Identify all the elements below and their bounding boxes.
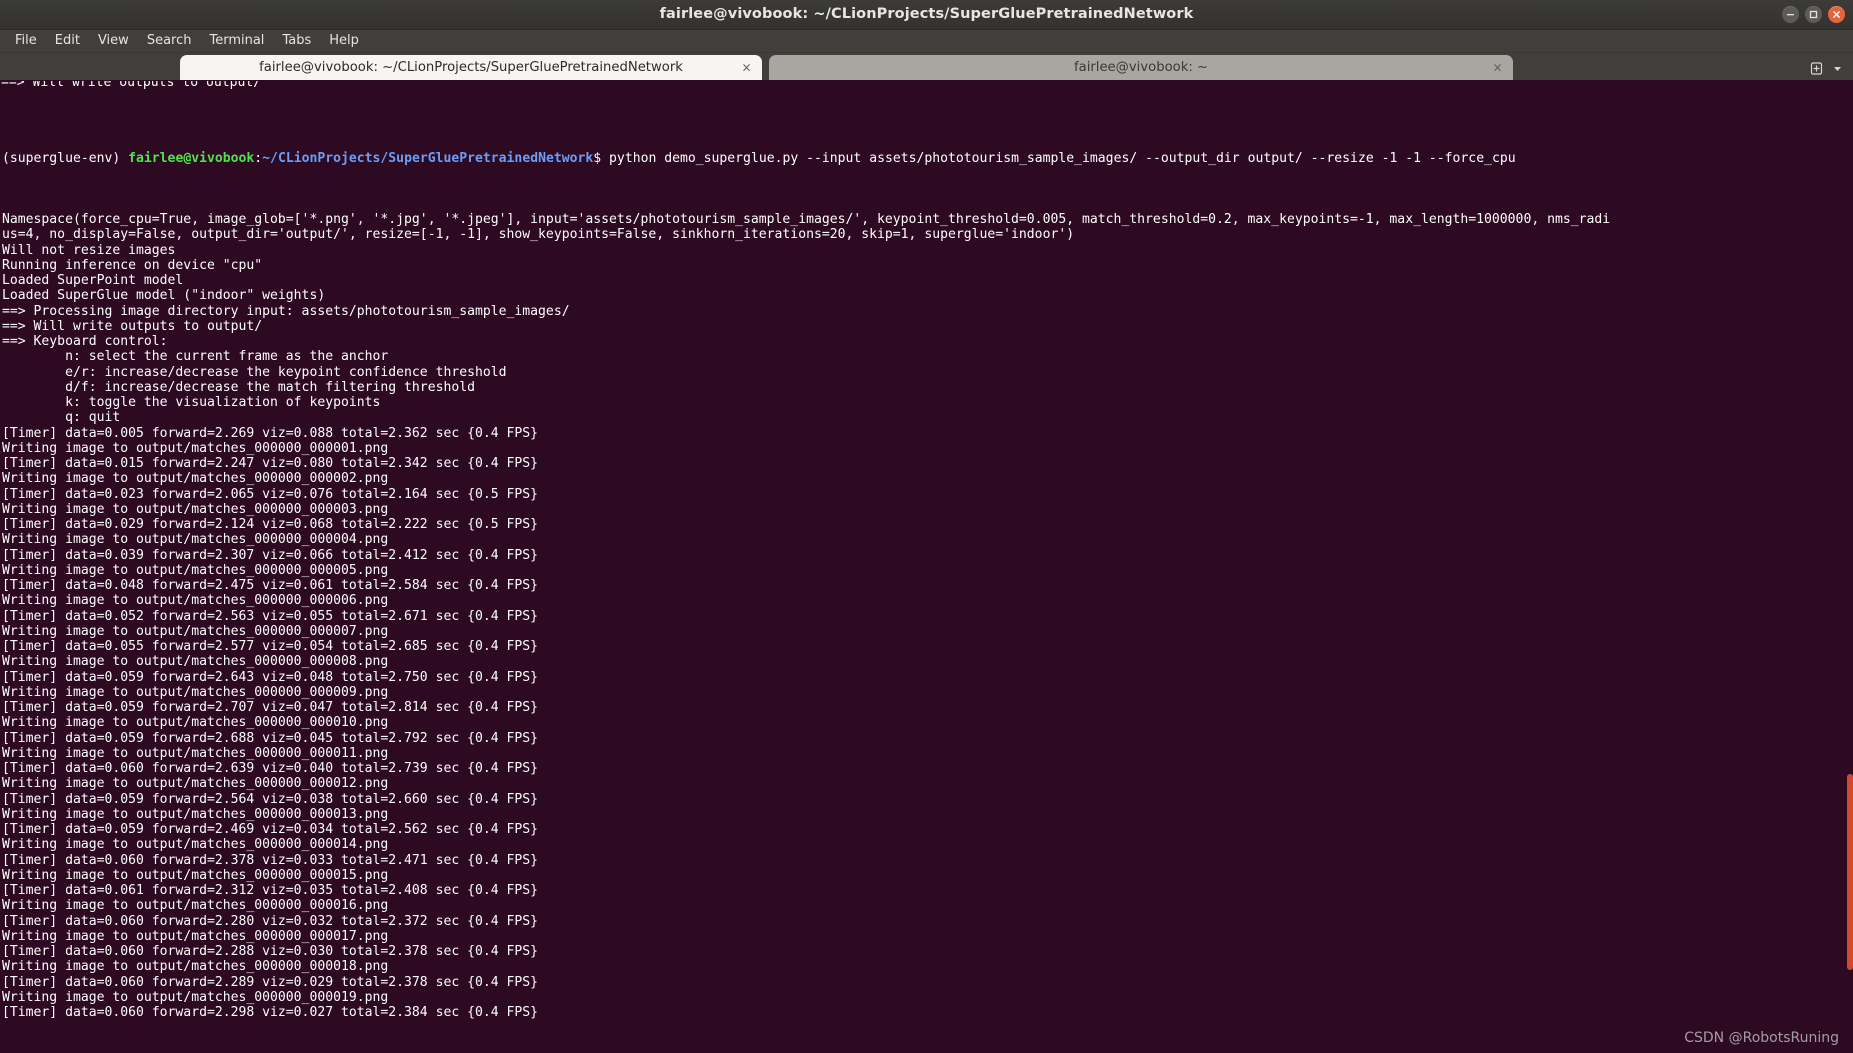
prompt-colon: :	[254, 151, 263, 166]
terminal-line: [Timer] data=0.060 forward=2.280 viz=0.0…	[2, 913, 539, 929]
terminal-line: Loaded SuperGlue model ("indoor" weights…	[2, 288, 326, 304]
terminal-line: k: toggle the visualization of keypoints	[2, 395, 381, 410]
tab-superglue[interactable]: fairlee@vivobook: ~/CLionProjects/SuperG…	[180, 55, 762, 80]
terminal-line: Writing image to output/matches_000000_0…	[2, 623, 389, 639]
terminal-line: Writing image to output/matches_000000_0…	[2, 715, 389, 731]
terminal-line: Writing image to output/matches_000000_0…	[2, 532, 389, 548]
terminal-line: [Timer] data=0.059 forward=2.643 viz=0.0…	[2, 669, 539, 685]
tab-home-close-icon[interactable]: ×	[1490, 60, 1505, 75]
terminal-line: n: select the current frame as the ancho…	[2, 349, 389, 365]
terminal-line: [Timer] data=0.039 forward=2.307 viz=0.0…	[2, 547, 539, 563]
tab-bar-actions	[1799, 61, 1853, 80]
prompt-user-host: fairlee@vivobook	[128, 151, 255, 166]
terminal-line: Writing image to output/matches_000000_0…	[2, 654, 389, 670]
terminal-line: Running inference on device "cpu"	[2, 257, 263, 273]
terminal-line: Writing image to output/matches_000000_0…	[2, 745, 389, 761]
prompt-path: ~/CLionProjects/SuperGluePretrainedNetwo…	[262, 151, 594, 166]
terminal-line: [Timer] data=0.005 forward=2.269 viz=0.0…	[2, 425, 539, 441]
terminal-line: Namespace(force_cpu=True, image_glob=['*…	[2, 212, 1611, 227]
terminal-line: ==> Keyboard control:	[2, 334, 168, 349]
close-button[interactable]	[1828, 6, 1845, 23]
terminal-output-area[interactable]: ==> Will write outputs to output/ (super…	[0, 80, 1853, 1053]
terminal-line: Writing image to output/matches_000000_0…	[2, 593, 389, 609]
close-icon	[1833, 11, 1840, 18]
terminal-line: ==> Will write outputs to output/	[2, 318, 263, 334]
terminal-lines: (superglue-env) fairlee@vivobook:~/CLion…	[1, 90, 1853, 1051]
tab-home-label: fairlee@vivobook: ~	[1073, 60, 1209, 75]
window-controls	[1782, 0, 1845, 29]
terminal-line: [Timer] data=0.061 forward=2.312 viz=0.0…	[2, 883, 539, 898]
terminal-line: Writing image to output/matches_000000_0…	[2, 471, 389, 487]
menu-item-terminal[interactable]: Terminal	[200, 31, 273, 51]
terminal-line: Writing image to output/matches_000000_0…	[2, 989, 389, 1005]
terminal-output-lines: Namespace(force_cpu=True, image_glob=['*…	[2, 212, 1853, 1020]
terminal-line: [Timer] data=0.055 forward=2.577 viz=0.0…	[2, 639, 539, 654]
tab-superglue-close-icon[interactable]: ×	[739, 60, 754, 75]
prompt-sigil: $	[593, 151, 610, 166]
terminal-window: fairlee@vivobook: ~/CLionProjects/SuperG…	[0, 0, 1853, 1053]
tab-superglue-label: fairlee@vivobook: ~/CLionProjects/SuperG…	[259, 60, 683, 75]
minimize-button[interactable]	[1782, 6, 1799, 23]
terminal-command: python demo_superglue.py --input assets/…	[609, 151, 1516, 166]
terminal-line: Writing image to output/matches_000000_0…	[2, 776, 389, 792]
terminal-scrollbar-thumb[interactable]	[1847, 774, 1853, 970]
terminal-line: ==> Processing image directory input: as…	[2, 303, 570, 319]
maximize-button[interactable]	[1805, 6, 1822, 23]
terminal-clipped-line: ==> Will write outputs to output/	[1, 81, 1853, 90]
terminal-clipped-line-text: ==> Will write outputs to output/	[1, 81, 262, 90]
window-title: fairlee@vivobook: ~/CLionProjects/SuperG…	[659, 6, 1194, 22]
minimize-icon	[1787, 14, 1794, 16]
new-tab-icon[interactable]	[1809, 61, 1824, 76]
terminal-line: d/f: increase/decrease the match filteri…	[2, 379, 475, 395]
terminal-line: [Timer] data=0.059 forward=2.564 viz=0.0…	[2, 791, 539, 807]
terminal-line: [Timer] data=0.060 forward=2.639 viz=0.0…	[2, 761, 539, 776]
terminal-line: [Timer] data=0.029 forward=2.124 viz=0.0…	[2, 517, 539, 532]
chevron-down-icon[interactable]	[1832, 63, 1843, 74]
tab-home[interactable]: fairlee@vivobook: ~ ×	[769, 55, 1513, 80]
terminal-line: [Timer] data=0.059 forward=2.688 viz=0.0…	[2, 730, 539, 746]
prompt-venv: (superglue-env)	[2, 151, 129, 166]
maximize-icon	[1809, 10, 1818, 19]
terminal-line: Will not resize images	[2, 242, 176, 258]
terminal-line: Writing image to output/matches_000000_0…	[2, 959, 389, 975]
terminal-line: [Timer] data=0.059 forward=2.469 viz=0.0…	[2, 822, 539, 837]
terminal-line: Loaded SuperPoint model	[2, 273, 184, 288]
terminal-line: Writing image to output/matches_000000_0…	[2, 867, 389, 883]
menu-item-search[interactable]: Search	[138, 31, 201, 51]
terminal-line: Writing image to output/matches_000000_0…	[2, 684, 389, 700]
menu-item-file[interactable]: File	[6, 31, 46, 51]
title-bar: fairlee@vivobook: ~/CLionProjects/SuperG…	[0, 0, 1853, 30]
menu-item-view[interactable]: View	[89, 31, 138, 51]
menu-bar: File Edit View Search Terminal Tabs Help	[0, 30, 1853, 53]
terminal-line: Writing image to output/matches_000000_0…	[2, 562, 389, 578]
terminal-line: Writing image to output/matches_000000_0…	[2, 501, 389, 517]
terminal-prompt-line: (superglue-env) fairlee@vivobook:~/CLion…	[2, 151, 1853, 166]
menu-item-tabs[interactable]: Tabs	[273, 31, 320, 51]
terminal-line: Writing image to output/matches_000000_0…	[2, 440, 389, 456]
terminal-line: [Timer] data=0.060 forward=2.378 viz=0.0…	[2, 852, 539, 868]
terminal-line: [Timer] data=0.052 forward=2.563 viz=0.0…	[2, 608, 539, 624]
terminal-line: Writing image to output/matches_000000_0…	[2, 928, 389, 944]
terminal-scrollbar[interactable]	[1847, 80, 1853, 1053]
menu-item-edit[interactable]: Edit	[46, 31, 89, 51]
terminal-line: [Timer] data=0.060 forward=2.289 viz=0.0…	[2, 974, 539, 990]
tab-bar: fairlee@vivobook: ~/CLionProjects/SuperG…	[0, 53, 1853, 80]
terminal-line: [Timer] data=0.060 forward=2.288 viz=0.0…	[2, 944, 539, 959]
terminal-line: [Timer] data=0.059 forward=2.707 viz=0.0…	[2, 700, 539, 715]
terminal-line: [Timer] data=0.023 forward=2.065 viz=0.0…	[2, 486, 539, 502]
terminal-line: Writing image to output/matches_000000_0…	[2, 806, 389, 822]
terminal-line: us=4, no_display=False, output_dir='outp…	[2, 227, 1075, 243]
terminal-line: [Timer] data=0.060 forward=2.298 viz=0.0…	[2, 1005, 539, 1020]
terminal-line: Writing image to output/matches_000000_0…	[2, 837, 389, 853]
terminal-line: e/r: increase/decrease the keypoint conf…	[2, 364, 507, 380]
terminal-line: [Timer] data=0.015 forward=2.247 viz=0.0…	[2, 456, 539, 471]
terminal-line: [Timer] data=0.048 forward=2.475 viz=0.0…	[2, 578, 539, 593]
terminal-line: q: quit	[2, 410, 121, 426]
menu-item-help[interactable]: Help	[320, 31, 368, 51]
terminal-line: Writing image to output/matches_000000_0…	[2, 898, 389, 914]
